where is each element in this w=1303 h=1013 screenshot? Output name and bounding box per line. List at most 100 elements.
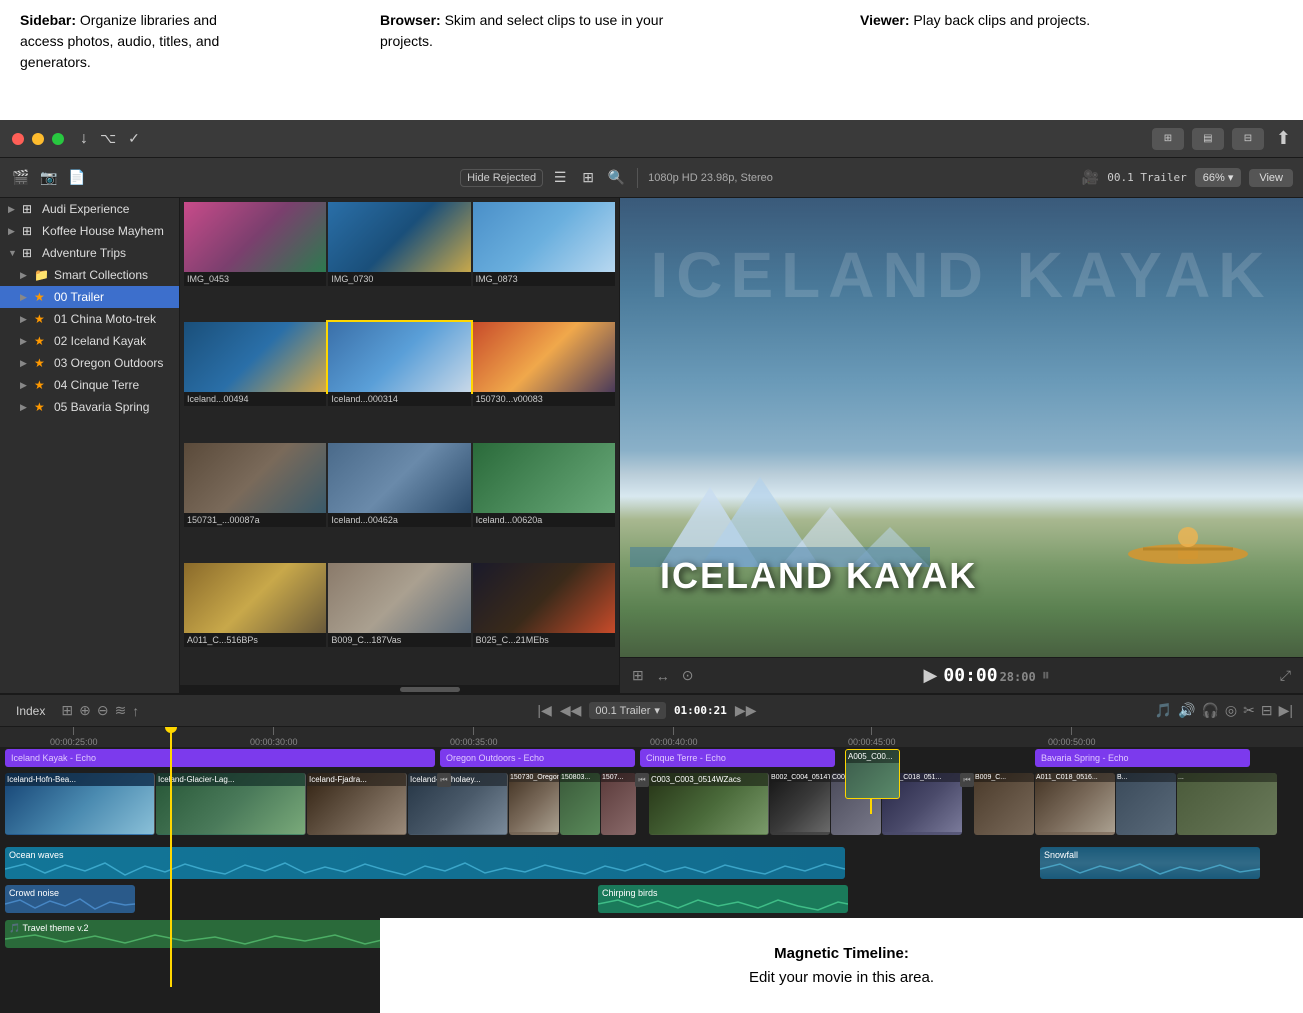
clip-item[interactable]: IMG_0730 [328, 202, 470, 320]
clip-label: IMG_0453 [184, 272, 326, 286]
audio-clip-label: Snowfall [1044, 850, 1078, 860]
content-area: ▶ ⊞ Audi Experience ▶ ⊞ Koffee House May… [0, 198, 1303, 693]
project-dropdown[interactable]: 00.1 Trailer ▾ [589, 702, 666, 719]
prev-icon[interactable]: ◀◀ [560, 702, 582, 719]
play-icon[interactable]: ▶ [924, 665, 938, 686]
hide-rejected-button[interactable]: Hide Rejected [460, 169, 543, 187]
view-button[interactable]: View [1249, 169, 1293, 187]
video-clip[interactable]: 1507... [601, 773, 636, 835]
clip-item[interactable]: 150731_...00087a [184, 443, 326, 561]
echo-clip-label: Cinque Terre - Echo [646, 753, 726, 763]
layout-btn-3[interactable]: ⊟ [1232, 128, 1264, 150]
video-clip[interactable]: B009_C... [974, 773, 1034, 835]
index-button[interactable]: Index [10, 702, 51, 720]
solo-icon[interactable]: ◎ [1225, 702, 1237, 719]
share-icon[interactable]: ⬆ [1276, 128, 1291, 149]
pause-icon[interactable]: ⏸ [1042, 667, 1050, 685]
echo-clip[interactable]: Cinque Terre - Echo [640, 749, 835, 767]
project-icon: ★ [34, 400, 50, 414]
transform-icon[interactable]: ↔ [656, 668, 670, 684]
minimize-button[interactable] [32, 133, 44, 145]
connection-icon[interactable]: ↑ [132, 703, 139, 719]
list-view-icon[interactable]: ☰ [549, 167, 571, 189]
connected-clip[interactable]: A005_C00... [845, 749, 900, 799]
grid-view-icon[interactable]: ⊞ [577, 167, 599, 189]
zoom-dropdown[interactable]: 66% ▾ [1195, 168, 1242, 187]
edit-icon[interactable]: ✂ [1243, 702, 1255, 719]
layout-icon[interactable]: ⊟ [1261, 702, 1273, 719]
video-clip[interactable]: B... [1116, 773, 1176, 835]
clip-item[interactable]: B025_C...21MEbs [473, 563, 615, 681]
audio-clip-snowfall[interactable]: Snowfall [1040, 847, 1260, 879]
clip-item[interactable]: B009_C...187Vas [328, 563, 470, 681]
connection-line [870, 799, 872, 814]
echo-clip[interactable]: Oregon Outdoors - Echo [440, 749, 635, 767]
headphone-icon[interactable]: 🎧 [1201, 702, 1218, 719]
sidebar-item-adventure[interactable]: ▼ ⊞ Adventure Trips [0, 242, 179, 264]
audio-clip-birds[interactable]: Chirping birds [598, 885, 848, 913]
sidebar-item-bavaria[interactable]: ▶ ★ 05 Bavaria Spring [0, 396, 179, 418]
echo-clip[interactable]: Iceland Kayak - Echo [5, 749, 435, 767]
sidebar-item-trailer[interactable]: ▶ ★ 00 Trailer [0, 286, 179, 308]
clip-label: IMG_0873 [473, 272, 615, 286]
video-clip[interactable]: Iceland-Fjadra... [307, 773, 407, 835]
clip-label: B002_C004_0514T... [770, 773, 830, 782]
import-icon[interactable]: ↓ [80, 130, 88, 148]
sidebar-item-smart[interactable]: ▶ 📁 Smart Collections [0, 264, 179, 286]
next-icon[interactable]: ▶▶ [735, 702, 757, 719]
video-clip[interactable]: Iceland-Hofn-Bea... [5, 773, 155, 835]
video-clip[interactable]: 150803... [560, 773, 600, 835]
audio-track-1: Ocean waves Snowfall [0, 844, 1303, 882]
audio-clip-ocean[interactable]: Ocean waves [5, 847, 845, 879]
video-clip[interactable]: B002_C004_0514T... [770, 773, 830, 835]
volume-icon[interactable]: 🔊 [1178, 702, 1195, 719]
sidebar-item-oregon[interactable]: ▶ ★ 03 Oregon Outdoors [0, 352, 179, 374]
echo-clip[interactable]: Bavaria Spring - Echo [1035, 749, 1250, 767]
titles-icon[interactable]: 📄 [66, 167, 88, 189]
clip-item[interactable]: Iceland...00494 [184, 322, 326, 440]
go-end-icon[interactable]: ▶| [1279, 702, 1293, 719]
close-button[interactable] [12, 133, 24, 145]
check-icon[interactable]: ✓ [128, 130, 140, 147]
clip-item[interactable]: IMG_0873 [473, 202, 615, 320]
sidebar-item-koffee[interactable]: ▶ ⊞ Koffee House Mayhem [0, 220, 179, 242]
zoom-out-icon[interactable]: ⊖ [97, 702, 109, 719]
video-clip[interactable]: 150730_Oregon_Sur... [509, 773, 559, 835]
layout-btn-1[interactable]: ⊞ [1152, 128, 1184, 150]
audio-icon[interactable]: 🎵 [1155, 702, 1172, 719]
video-clip[interactable]: Iceland-Dyrholaey... [408, 773, 508, 835]
libraries-icon[interactable]: 🎬 [10, 167, 32, 189]
iceberg-svg [630, 447, 930, 567]
waveform-icon[interactable]: ≋ [115, 702, 127, 719]
clip-item[interactable]: A011_C...516BPs [184, 563, 326, 681]
clip-appearance-icon[interactable]: ⊞ [61, 702, 73, 719]
sidebar-item-iceland[interactable]: ▶ ★ 02 Iceland Kayak [0, 330, 179, 352]
layout-btn-2[interactable]: ▤ [1192, 128, 1224, 150]
clip-item[interactable]: Iceland...00462a [328, 443, 470, 561]
video-clip[interactable]: C003_C003_0514WZacs [649, 773, 769, 835]
clip-item[interactable]: Iceland...00620a [473, 443, 615, 561]
sidebar-item-audi[interactable]: ▶ ⊞ Audi Experience [0, 198, 179, 220]
photos-icon[interactable]: 📷 [38, 167, 60, 189]
fullscreen-button[interactable] [52, 133, 64, 145]
key-icon[interactable]: ⌥ [100, 130, 116, 147]
folder-icon: 📁 [34, 268, 50, 282]
zoom-in-icon[interactable]: ⊕ [79, 702, 91, 719]
clip-item[interactable]: 150730...v00083 [473, 322, 615, 440]
clip-label: B009_C... [974, 773, 1034, 782]
clip-item[interactable]: IMG_0453 [184, 202, 326, 320]
crop-icon[interactable]: ⊞ [632, 667, 644, 684]
bottom-annotation: Magnetic Timeline: Edit your movie in th… [380, 918, 1303, 1013]
color-icon[interactable]: ⊙ [682, 667, 694, 684]
clip-item-selected[interactable]: Iceland...000314 [328, 322, 470, 440]
sidebar-item-china[interactable]: ▶ ★ 01 China Moto-trek [0, 308, 179, 330]
video-clip[interactable]: A011_C018_0516... [1035, 773, 1115, 835]
video-clip[interactable]: Iceland-Glacier-Lag... [156, 773, 306, 835]
collapse-arrow: ▶ [20, 380, 30, 391]
fullscreen-icon[interactable]: ⤢ [1280, 667, 1291, 684]
video-clip[interactable]: ... [1177, 773, 1277, 835]
go-start-icon[interactable]: |◀ [537, 702, 551, 719]
search-icon[interactable]: 🔍 [605, 167, 627, 189]
audio-clip-crowd[interactable]: Crowd noise [5, 885, 135, 913]
sidebar-item-cinque[interactable]: ▶ ★ 04 Cinque Terre [0, 374, 179, 396]
